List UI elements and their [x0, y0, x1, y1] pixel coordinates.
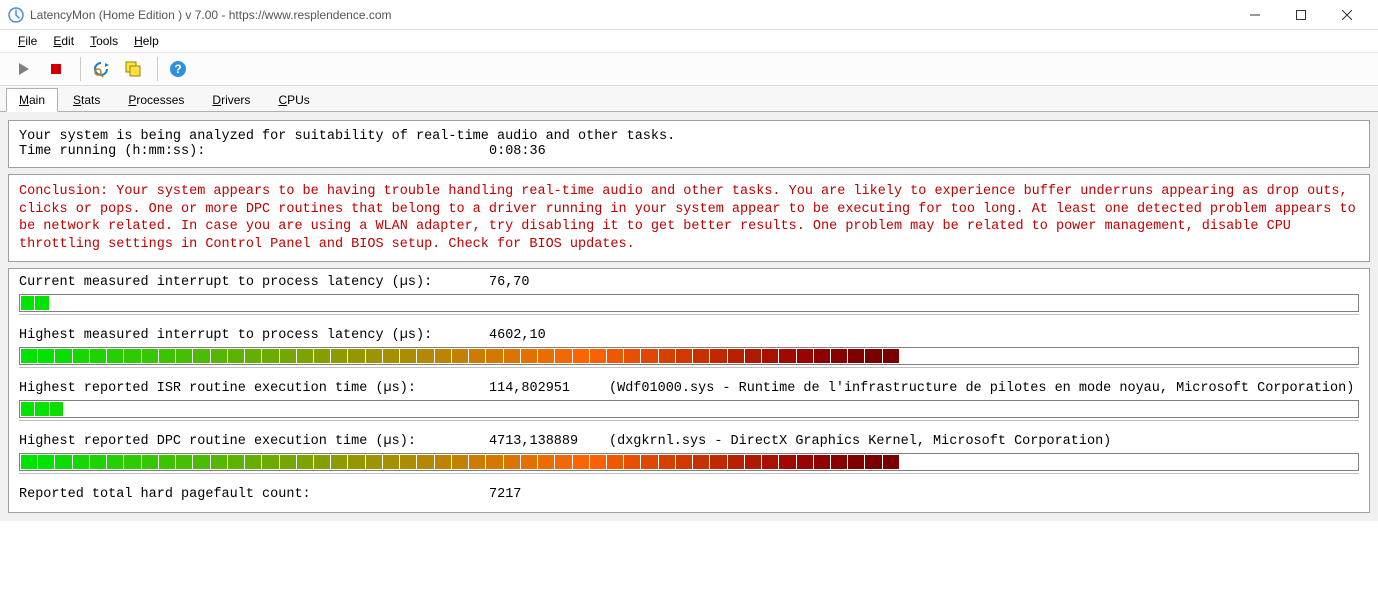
- analysis-panel: Your system is being analyzed for suitab…: [8, 120, 1370, 168]
- metric-extra: (Wdf01000.sys - Runtime de l'infrastruct…: [609, 381, 1359, 396]
- app-icon: [8, 7, 24, 23]
- help-button[interactable]: ?: [164, 55, 192, 83]
- metric-label: Highest reported ISR routine execution t…: [19, 381, 489, 396]
- menu-file[interactable]: File: [10, 32, 45, 50]
- metric-highest-latency: Highest measured interrupt to process la…: [19, 328, 1359, 371]
- copy-button[interactable]: [119, 55, 147, 83]
- metric-extra: [609, 275, 1359, 290]
- toolbar-separator: [157, 57, 158, 81]
- toolbar: ?: [0, 52, 1378, 86]
- metric-label: Reported total hard pagefault count:: [19, 487, 489, 502]
- metric-label: Highest reported DPC routine execution t…: [19, 434, 489, 449]
- metric-extra: (dxgkrnl.sys - DirectX Graphics Kernel, …: [609, 434, 1359, 449]
- metric-label: Current measured interrupt to process la…: [19, 275, 489, 290]
- titlebar: LatencyMon (Home Edition ) v 7.00 - http…: [0, 0, 1378, 30]
- analysis-line1: Your system is being analyzed for suitab…: [19, 129, 1359, 144]
- tab-processes[interactable]: Processes: [115, 88, 197, 111]
- window-controls: [1232, 0, 1370, 30]
- metric-bar: [19, 294, 1359, 312]
- metric-value: 4602,10: [489, 328, 609, 343]
- metric-value: 4713,138889: [489, 434, 609, 449]
- window-title: LatencyMon (Home Edition ) v 7.00 - http…: [30, 8, 1232, 22]
- minimize-button[interactable]: [1232, 0, 1278, 30]
- metric-bar: [19, 400, 1359, 418]
- menu-help[interactable]: Help: [126, 32, 167, 50]
- tab-cpus[interactable]: CPUs: [265, 88, 322, 111]
- metrics-panel: Current measured interrupt to process la…: [8, 268, 1370, 513]
- metric-value: 114,802951: [489, 381, 609, 396]
- menu-edit[interactable]: Edit: [45, 32, 82, 50]
- metric-bar: [19, 347, 1359, 365]
- analysis-line2: Time running (h:mm:ss):0:08:36: [19, 144, 1359, 159]
- stop-button[interactable]: [42, 55, 70, 83]
- metric-current-latency: Current measured interrupt to process la…: [19, 275, 1359, 318]
- menu-tools[interactable]: Tools: [82, 32, 126, 50]
- metric-value: 76,70: [489, 275, 609, 290]
- toolbar-separator: [80, 57, 81, 81]
- tabbar: Main Stats Processes Drivers CPUs: [0, 86, 1378, 112]
- tab-main[interactable]: Main: [6, 88, 58, 112]
- conclusion-panel: Conclusion: Your system appears to be ha…: [8, 174, 1370, 262]
- main-content: Your system is being analyzed for suitab…: [0, 112, 1378, 521]
- play-button[interactable]: [10, 55, 38, 83]
- metric-extra: [609, 328, 1359, 343]
- close-button[interactable]: [1324, 0, 1370, 30]
- metric-pagefaults: Reported total hard pagefault count: 721…: [19, 487, 1359, 502]
- maximize-button[interactable]: [1278, 0, 1324, 30]
- refresh-button[interactable]: [87, 55, 115, 83]
- tab-drivers[interactable]: Drivers: [199, 88, 263, 111]
- svg-text:?: ?: [174, 62, 181, 76]
- metric-dpc-time: Highest reported DPC routine execution t…: [19, 434, 1359, 477]
- tab-stats[interactable]: Stats: [60, 88, 113, 111]
- metric-isr-time: Highest reported ISR routine execution t…: [19, 381, 1359, 424]
- metric-bar: [19, 453, 1359, 471]
- metric-value: 7217: [489, 487, 609, 502]
- metric-label: Highest measured interrupt to process la…: [19, 328, 489, 343]
- menubar: File Edit Tools Help: [0, 30, 1378, 52]
